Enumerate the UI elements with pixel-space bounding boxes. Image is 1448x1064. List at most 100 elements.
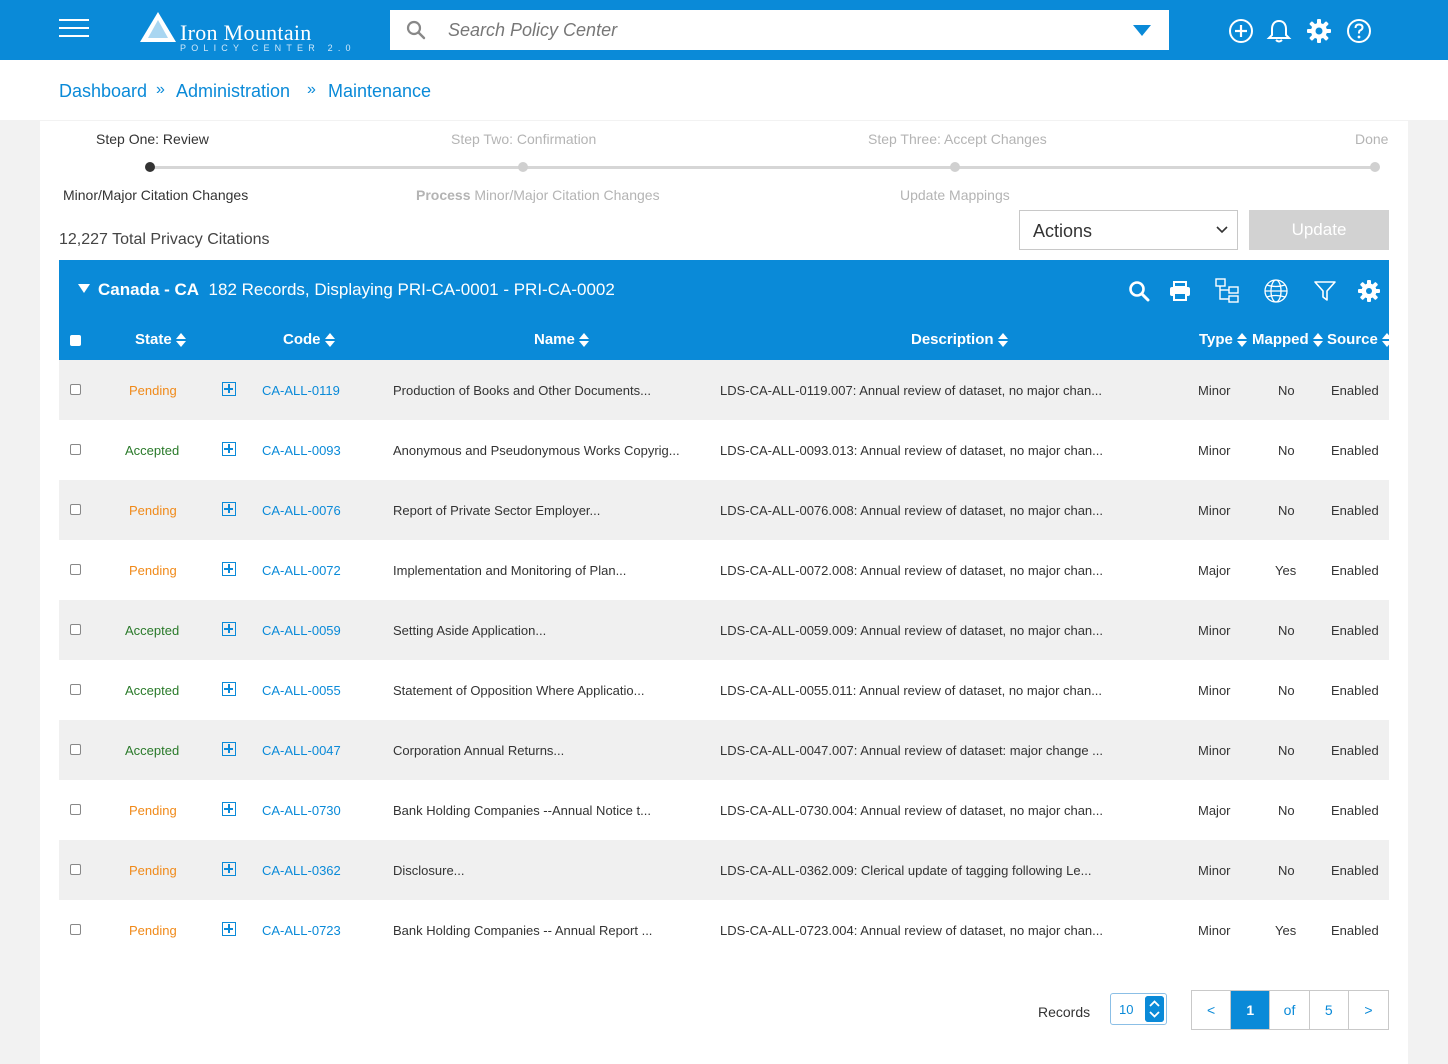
column-header-code[interactable]: Code — [283, 331, 335, 348]
prev-page-button[interactable]: < — [1192, 991, 1232, 1029]
add-circle-icon[interactable] — [1228, 18, 1254, 44]
search-icon[interactable] — [1127, 279, 1151, 303]
table-row: Pending CA-ALL-0730 Bank Holding Compani… — [59, 780, 1389, 840]
globe-icon[interactable] — [1262, 277, 1290, 305]
update-button[interactable]: Update — [1249, 210, 1389, 250]
row-state: Pending — [129, 383, 177, 398]
expand-plus-icon[interactable] — [222, 442, 236, 456]
next-page-button[interactable]: > — [1349, 991, 1388, 1029]
row-checkbox[interactable] — [70, 924, 81, 935]
current-page[interactable]: 1 — [1231, 991, 1271, 1029]
print-icon[interactable] — [1168, 279, 1192, 303]
row-code-link[interactable]: CA-ALL-0059 — [262, 623, 341, 638]
row-checkbox[interactable] — [70, 744, 81, 755]
row-name: Statement of Opposition Where Applicatio… — [393, 683, 645, 698]
logo[interactable]: Iron Mountain POLICY CENTER 2.0 — [140, 10, 351, 54]
sort-icon — [578, 333, 589, 348]
row-source: Enabled — [1331, 743, 1379, 758]
search-input[interactable] — [448, 10, 1088, 50]
step-one-sublabel: Minor/Major Citation Changes — [63, 187, 249, 203]
search-icon[interactable] — [406, 20, 426, 40]
records-per-page-select[interactable]: 10 — [1110, 993, 1167, 1025]
row-checkbox[interactable] — [70, 864, 81, 875]
total-pages[interactable]: 5 — [1310, 991, 1349, 1029]
filter-icon[interactable] — [1313, 279, 1337, 303]
search-dropdown-icon[interactable] — [1133, 25, 1151, 36]
table-row: Accepted CA-ALL-0047 Corporation Annual … — [59, 720, 1389, 780]
row-state: Accepted — [125, 443, 180, 458]
column-header-name[interactable]: Name — [534, 331, 589, 348]
help-icon[interactable] — [1346, 18, 1372, 44]
table-row: Pending CA-ALL-0723 Bank Holding Compani… — [59, 900, 1389, 960]
breadcrumb-separator: » — [156, 81, 165, 98]
row-checkbox[interactable] — [70, 504, 81, 515]
gear-icon[interactable] — [1306, 18, 1332, 44]
row-checkbox[interactable] — [70, 624, 81, 635]
expand-plus-icon[interactable] — [222, 742, 236, 756]
expand-plus-icon[interactable] — [222, 502, 236, 516]
row-code-link[interactable]: CA-ALL-0362 — [262, 863, 341, 878]
spinner-arrows-icon[interactable] — [1145, 996, 1164, 1022]
gear-icon[interactable] — [1357, 279, 1381, 303]
row-checkbox[interactable] — [70, 684, 81, 695]
row-checkbox[interactable] — [70, 804, 81, 815]
group-title: Canada - CA 182 Records, Displaying PRI-… — [98, 280, 615, 300]
row-state: Pending — [129, 503, 177, 518]
row-source: Enabled — [1331, 383, 1379, 398]
row-name: Bank Holding Companies --Annual Notice t… — [393, 803, 651, 818]
row-state: Accepted — [125, 743, 180, 758]
row-state: Accepted — [125, 623, 180, 638]
row-state: Pending — [129, 563, 177, 578]
row-description: LDS-CA-ALL-0059.009: Annual review of da… — [720, 623, 1103, 638]
column-header-source[interactable]: Source — [1327, 331, 1392, 348]
row-mapped: No — [1278, 623, 1295, 638]
column-label: State — [135, 331, 172, 348]
row-name: Implementation and Monitoring of Plan... — [393, 563, 627, 578]
total-citations: 12,227 Total Privacy Citations — [59, 231, 270, 248]
column-label: Type — [1199, 331, 1233, 348]
bell-icon[interactable] — [1266, 18, 1292, 44]
row-code-link[interactable]: CA-ALL-0055 — [262, 683, 341, 698]
expand-plus-icon[interactable] — [222, 622, 236, 636]
breadcrumb-dashboard[interactable]: Dashboard — [59, 81, 147, 102]
column-header-state[interactable]: State — [135, 331, 186, 348]
row-code-link[interactable]: CA-ALL-0072 — [262, 563, 341, 578]
expand-plus-icon[interactable] — [222, 562, 236, 576]
step-one-dot — [145, 162, 155, 172]
pagination: < 1 of 5 > — [1191, 990, 1389, 1030]
column-header-type[interactable]: Type — [1199, 331, 1247, 348]
column-label: Code — [283, 331, 321, 348]
column-header-mapped[interactable]: Mapped — [1252, 331, 1323, 348]
row-source: Enabled — [1331, 563, 1379, 578]
expand-plus-icon[interactable] — [222, 382, 236, 396]
column-label: Name — [534, 331, 575, 348]
row-checkbox[interactable] — [70, 444, 81, 455]
row-checkbox[interactable] — [70, 564, 81, 575]
column-label: Description — [911, 331, 994, 348]
actions-dropdown[interactable]: Actions — [1019, 210, 1238, 250]
row-code-link[interactable]: CA-ALL-0076 — [262, 503, 341, 518]
select-all-checkbox[interactable] — [70, 335, 81, 346]
row-code-link[interactable]: CA-ALL-0093 — [262, 443, 341, 458]
row-state: Pending — [129, 923, 177, 938]
collapse-caret-icon[interactable] — [78, 284, 90, 293]
row-state: Accepted — [125, 683, 180, 698]
expand-plus-icon[interactable] — [222, 862, 236, 876]
expand-plus-icon[interactable] — [222, 922, 236, 936]
breadcrumb-maintenance[interactable]: Maintenance — [328, 81, 431, 102]
row-code-link[interactable]: CA-ALL-0723 — [262, 923, 341, 938]
row-code-link[interactable]: CA-ALL-0119 — [262, 383, 340, 398]
breadcrumb-administration[interactable]: Administration — [176, 81, 290, 102]
expand-plus-icon[interactable] — [222, 802, 236, 816]
hierarchy-icon[interactable] — [1214, 277, 1242, 305]
menu-icon[interactable] — [59, 19, 89, 39]
row-code-link[interactable]: CA-ALL-0730 — [262, 803, 341, 818]
row-checkbox[interactable] — [70, 384, 81, 395]
row-source: Enabled — [1331, 923, 1379, 938]
step-two-sublabel: Process Minor/Major Citation Changes — [416, 187, 660, 203]
row-code-link[interactable]: CA-ALL-0047 — [262, 743, 341, 758]
column-header-description[interactable]: Description — [911, 331, 1008, 348]
group-name: Canada - CA — [98, 280, 200, 299]
expand-plus-icon[interactable] — [222, 682, 236, 696]
top-bar: Iron Mountain POLICY CENTER 2.0 — [0, 0, 1448, 60]
